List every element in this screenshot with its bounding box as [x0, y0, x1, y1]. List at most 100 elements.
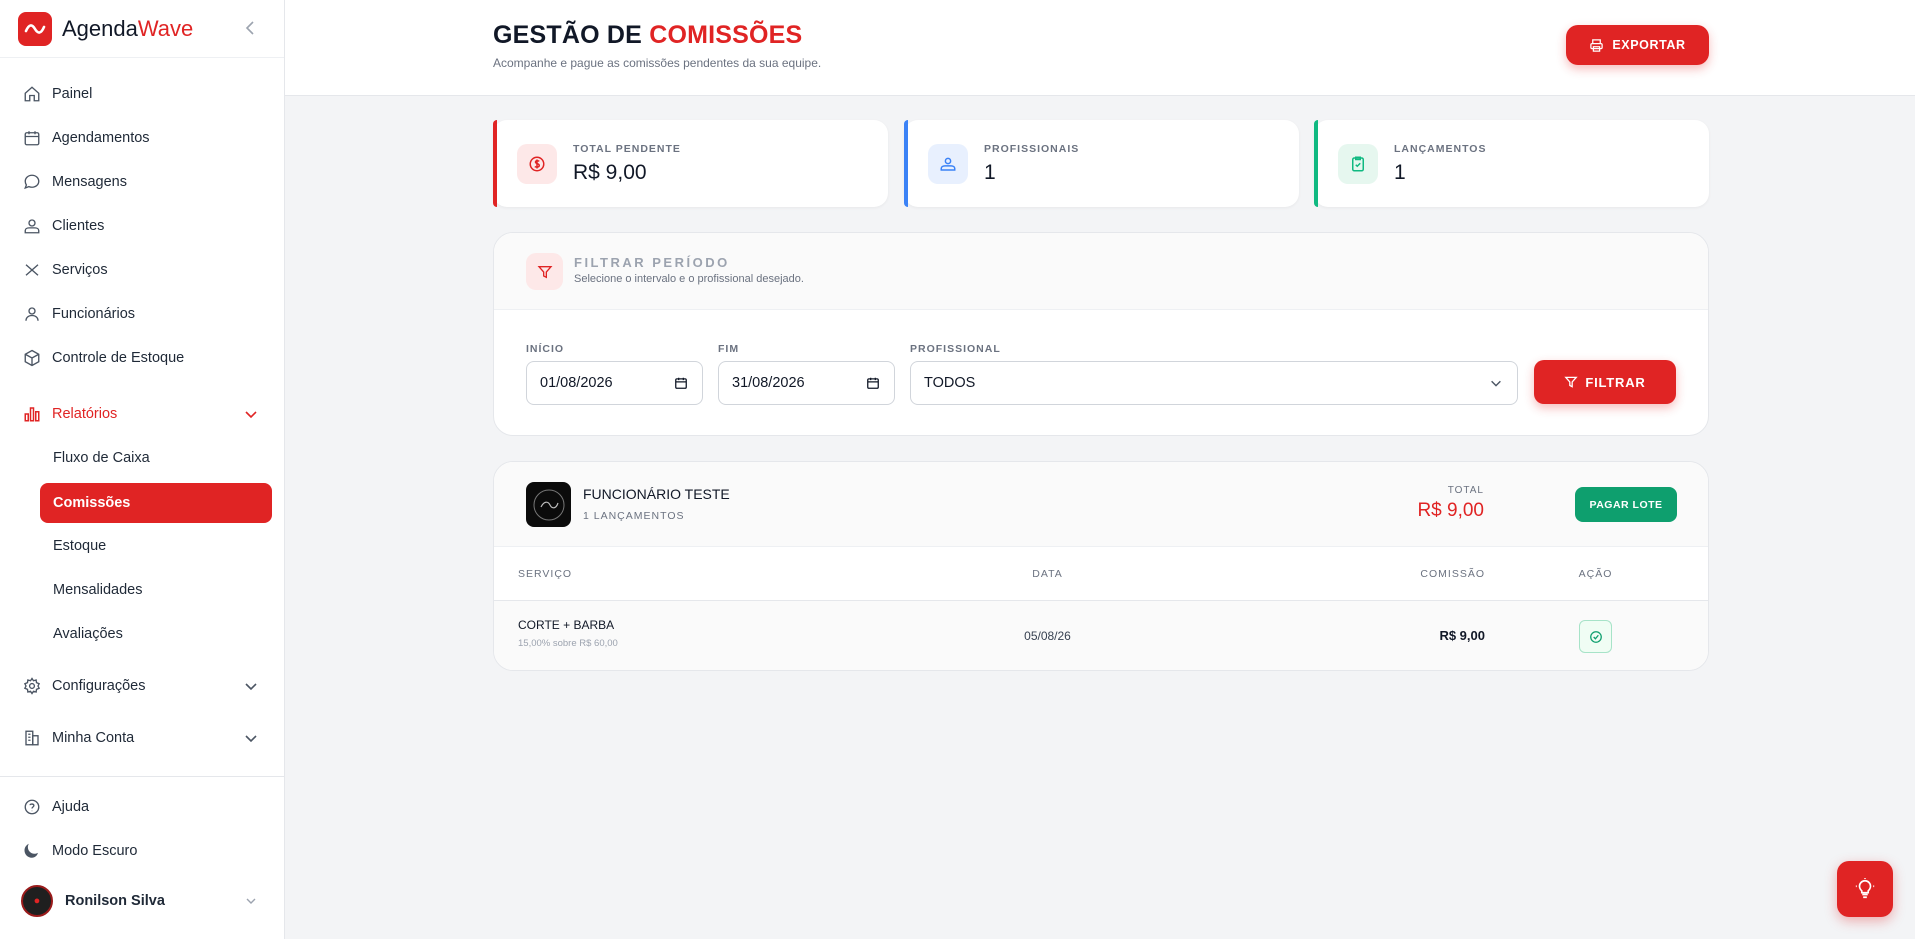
filter-card: FILTRAR PERÍODO Selecione o intervalo e …	[493, 232, 1709, 436]
column-header-service: SERVIÇO	[518, 568, 573, 580]
professional-value: TODOS	[924, 375, 976, 391]
sidebar-item-servicos[interactable]: Serviços	[0, 248, 285, 292]
sidebar-item-ajuda[interactable]: Ajuda	[0, 785, 285, 829]
sidebar-item-painel[interactable]: Painel	[0, 72, 285, 116]
filter-title: FILTRAR PERÍODO	[574, 255, 730, 270]
filter-header: FILTRAR PERÍODO Selecione o intervalo e …	[494, 233, 1708, 310]
sidebar-item-label: Relatórios	[52, 406, 118, 422]
end-date-input[interactable]: 31/08/2026	[718, 361, 895, 405]
gear-icon	[22, 676, 42, 696]
sidebar-subitem-comissoes[interactable]: Comissões	[40, 483, 272, 523]
service-detail: 15,00% sobre R$ 60,00	[518, 638, 618, 649]
sidebar-subitem-label: Mensalidades	[53, 582, 143, 598]
employee-header: FUNCIONÁRIO TESTE 1 LANÇAMENTOS TOTAL R$…	[494, 462, 1708, 547]
sidebar-divider	[0, 776, 285, 777]
dollar-circle-icon	[517, 144, 557, 184]
sidebar-item-relatorios[interactable]: Relatórios	[0, 392, 285, 436]
sidebar-subitem-fluxo-caixa[interactable]: Fluxo de Caixa	[40, 438, 272, 478]
stat-label: PROFISSIONAIS	[984, 143, 1080, 155]
sidebar-item-mensagens[interactable]: Mensagens	[0, 160, 285, 204]
table-row: CORTE + BARBA 15,00% sobre R$ 60,00 05/0…	[494, 601, 1708, 670]
sidebar-subitem-estoque[interactable]: Estoque	[40, 526, 272, 566]
chevron-down-icon	[243, 678, 259, 694]
mark-paid-button[interactable]	[1579, 620, 1612, 653]
collapse-sidebar-icon[interactable]	[238, 16, 262, 40]
chevron-down-icon	[243, 730, 259, 746]
employee-commission-card: FUNCIONÁRIO TESTE 1 LANÇAMENTOS TOTAL R$…	[493, 461, 1709, 671]
stat-accent-bar	[1314, 120, 1318, 207]
sidebar-item-label: Agendamentos	[52, 130, 150, 146]
sidebar-item-minha-conta[interactable]: Minha Conta	[0, 716, 285, 760]
entry-date: 05/08/26	[1024, 629, 1071, 643]
employee-total-value: R$ 9,00	[1417, 500, 1484, 521]
commission-value: R$ 9,00	[1439, 628, 1485, 643]
building-icon	[22, 728, 42, 748]
logo-icon	[18, 11, 52, 46]
sidebar-item-label: Mensagens	[52, 174, 127, 190]
stat-value: R$ 9,00	[573, 161, 647, 184]
stat-value: 1	[1394, 161, 1406, 184]
stat-card-profissionais: PROFISSIONAIS 1	[904, 120, 1299, 207]
sidebar-item-clientes[interactable]: Clientes	[0, 204, 285, 248]
sidebar-item-label: Minha Conta	[52, 730, 135, 746]
moon-icon	[22, 841, 42, 861]
sidebar-subitem-avaliacoes[interactable]: Avaliações	[40, 614, 272, 654]
filter-icon	[1564, 376, 1579, 388]
sidebar-item-modo-escuro[interactable]: Modo Escuro	[0, 829, 285, 873]
stat-accent-bar	[493, 120, 497, 207]
export-button[interactable]: EXPORTAR	[1566, 25, 1709, 65]
pay-batch-button[interactable]: PAGAR LOTE	[1575, 487, 1677, 522]
sidebar-item-label: Painel	[52, 86, 93, 102]
column-header-action: AÇÃO	[1578, 568, 1613, 580]
page-title: GESTÃO DE COMISSÕES	[493, 21, 803, 49]
professional-select[interactable]: TODOS	[910, 361, 1518, 405]
home-icon	[22, 84, 42, 104]
filter-button[interactable]: FILTRAR	[1534, 360, 1676, 404]
stat-card-lancamentos: LANÇAMENTOS 1	[1314, 120, 1709, 207]
chart-bar-icon	[22, 404, 42, 424]
sidebar-item-funcionarios[interactable]: Funcionários	[0, 292, 285, 336]
start-date-label: INÍCIO	[526, 343, 565, 355]
filter-button-label: FILTRAR	[1585, 374, 1646, 390]
filter-subtitle: Selecione o intervalo e o profissional d…	[574, 273, 804, 285]
chat-icon	[22, 172, 42, 192]
sidebar-subitem-label: Fluxo de Caixa	[53, 450, 150, 466]
users-icon	[22, 216, 42, 236]
sidebar-item-controle-estoque[interactable]: Controle de Estoque	[0, 336, 285, 380]
table-header: SERVIÇO DATA COMISSÃO AÇÃO	[494, 548, 1708, 601]
sidebar-item-label: Funcionários	[52, 306, 136, 322]
sidebar-item-configuracoes[interactable]: Configurações	[0, 664, 285, 708]
end-date-label: FIM	[718, 343, 740, 355]
check-circle-icon	[1589, 630, 1602, 643]
help-icon	[22, 797, 42, 817]
sidebar: AgendaWave Painel Agendamentos Mensagens…	[0, 0, 285, 939]
sidebar-item-label: Modo Escuro	[52, 843, 138, 859]
scissors-icon	[22, 260, 42, 280]
export-label: EXPORTAR	[1612, 38, 1686, 52]
calendar-icon[interactable]	[674, 376, 688, 394]
service-name: CORTE + BARBA	[518, 618, 615, 632]
tips-button[interactable]	[1837, 861, 1893, 917]
sidebar-subitem-label: Comissões	[53, 495, 131, 511]
box-icon	[22, 348, 42, 368]
stat-label: TOTAL PENDENTE	[573, 143, 681, 155]
user-menu[interactable]: ● Ronilson Silva	[0, 879, 285, 923]
stat-card-total-pendente: TOTAL PENDENTE R$ 9,00	[493, 120, 888, 207]
lightbulb-icon	[1855, 878, 1875, 899]
users-icon	[928, 144, 968, 184]
sidebar-item-agendamentos[interactable]: Agendamentos	[0, 116, 285, 160]
employee-total-label: TOTAL	[1447, 485, 1484, 496]
sidebar-item-label: Serviços	[52, 262, 108, 278]
avatar	[526, 482, 571, 527]
sidebar-subitem-mensalidades[interactable]: Mensalidades	[40, 570, 272, 610]
calendar-icon[interactable]	[866, 376, 880, 394]
stat-accent-bar	[904, 120, 908, 207]
stat-label: LANÇAMENTOS	[1394, 143, 1487, 155]
stat-value: 1	[984, 161, 996, 184]
printer-icon	[1590, 38, 1604, 52]
sidebar-subitem-label: Avaliações	[53, 626, 123, 642]
clipboard-check-icon	[1338, 144, 1378, 184]
start-date-input[interactable]: 01/08/2026	[526, 361, 703, 405]
page-subtitle: Acompanhe e pague as comissões pendentes…	[493, 56, 822, 70]
chevron-down-icon	[243, 406, 259, 422]
